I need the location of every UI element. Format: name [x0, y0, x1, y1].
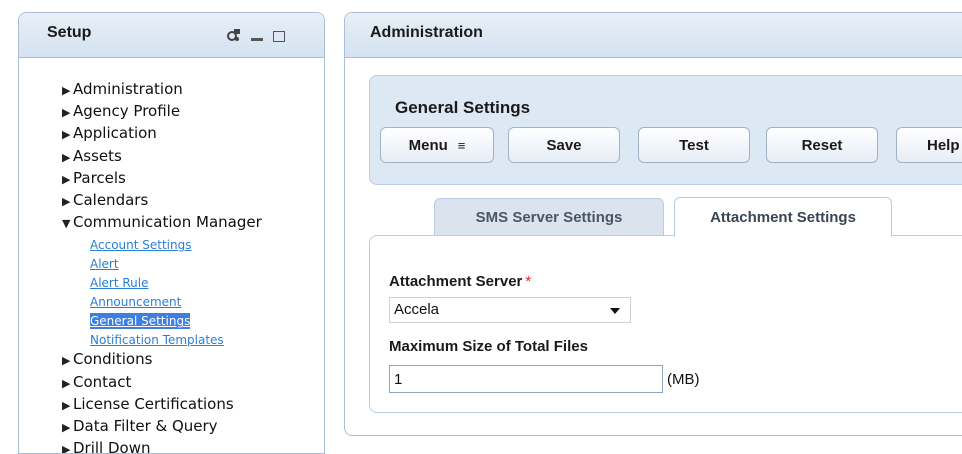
collapsed-triangle-icon: ▶: [62, 128, 71, 142]
tree-item-license-certifications[interactable]: ▶ License Certifications: [62, 394, 262, 416]
collapsed-triangle-icon: ▶: [62, 443, 71, 454]
attachment-server-label: Attachment Server *: [389, 273, 531, 290]
tree-item-parcels[interactable]: ▶ Parcels: [62, 168, 262, 190]
required-marker: *: [525, 273, 532, 290]
max-size-label: Maximum Size of Total Files: [389, 338, 588, 355]
maximize-icon[interactable]: [273, 30, 285, 42]
collapsed-triangle-icon: ▶: [62, 195, 71, 209]
tree-item-label: Assets: [73, 146, 122, 165]
tree-item-label: Agency Profile: [73, 102, 181, 121]
save-button[interactable]: Save: [508, 127, 620, 163]
attachment-server-select[interactable]: Accela: [389, 297, 631, 323]
collapsed-triangle-icon: ▶: [62, 398, 71, 412]
collapsed-triangle-icon: ▶: [62, 106, 71, 120]
test-button[interactable]: Test: [638, 127, 750, 163]
tree-item-label: Calendars: [73, 191, 149, 210]
menu-lines-icon: ≡: [457, 137, 466, 153]
collapsed-triangle-icon: ▶: [62, 354, 71, 368]
tree-subitems: Account Settings Alert Alert Rule Announcem…: [90, 234, 262, 348]
max-size-unit: (MB): [667, 371, 700, 388]
menu-button[interactable]: Menu ≡: [380, 127, 494, 163]
max-size-input[interactable]: [389, 365, 663, 393]
tree-item-label: Communication Manager: [73, 213, 262, 232]
subitem-general-settings[interactable]: General Settings: [90, 313, 191, 330]
refresh-icon[interactable]: [225, 27, 241, 43]
dropdown-arrow-icon: [610, 308, 620, 314]
tree-item-data-filter-query[interactable]: ▶ Data Filter & Query: [62, 416, 262, 438]
setup-panel-header: Setup: [19, 13, 324, 58]
tree-item-communication-manager[interactable]: ▼ Communication Manager: [62, 212, 262, 234]
general-settings-toolbar-box: General Settings Menu ≡ Save Test Reset …: [369, 75, 962, 185]
collapsed-triangle-icon: ▶: [62, 150, 71, 164]
tree-item-label: Contact: [73, 372, 132, 391]
subitem-account-settings[interactable]: Account Settings: [90, 238, 191, 252]
setup-panel: Setup ▶ Administration ▶ Agency Profile ▶ App…: [18, 12, 325, 454]
tree-item-assets[interactable]: ▶ Assets: [62, 146, 262, 168]
tree-item-administration[interactable]: ▶ Administration: [62, 79, 262, 101]
collapsed-triangle-icon: ▶: [62, 376, 71, 390]
reset-button[interactable]: Reset: [766, 127, 878, 163]
tree-item-label: Administration: [73, 80, 183, 98]
help-button[interactable]: Help: [896, 127, 962, 163]
tree-item-label: Application: [73, 124, 157, 143]
tree-item-application[interactable]: ▶ Application: [62, 123, 262, 145]
setup-tree: ▶ Administration ▶ Agency Profile ▶ Applicati…: [62, 79, 262, 454]
subitem-notification-templates[interactable]: Notification Templates: [90, 333, 224, 347]
tree-item-conditions[interactable]: ▶ Conditions: [62, 349, 262, 371]
expanded-triangle-icon: ▼: [62, 217, 71, 231]
tree-item-label: License Certifications: [73, 394, 234, 413]
tab-attachment-settings[interactable]: Attachment Settings: [674, 197, 892, 237]
tab-sms-server-settings[interactable]: SMS Server Settings: [434, 198, 664, 236]
attachment-server-select-value: Accela: [394, 301, 440, 318]
setup-header-icons: [225, 27, 285, 43]
menu-button-label: Menu: [408, 136, 448, 154]
collapsed-triangle-icon: ▶: [62, 84, 71, 97]
section-title: General Settings: [395, 98, 531, 117]
collapsed-triangle-icon: ▶: [62, 421, 71, 435]
administration-panel: Administration General Settings Menu ≡ S…: [344, 12, 962, 436]
collapsed-triangle-icon: ▶: [62, 172, 71, 186]
tree-item-label: Data Filter & Query: [73, 417, 218, 436]
minimize-icon[interactable]: [249, 27, 265, 43]
tree-item-label: Conditions: [73, 350, 153, 369]
tree-item-contact[interactable]: ▶ Contact: [62, 372, 262, 394]
setup-panel-title: Setup: [47, 24, 92, 41]
subitem-alert-rule[interactable]: Alert Rule: [90, 276, 149, 290]
tree-item-agency-profile[interactable]: ▶ Agency Profile: [62, 101, 262, 123]
tree-item-label: Drill Down: [73, 439, 151, 454]
attachment-server-label-text: Attachment Server: [389, 273, 523, 290]
administration-panel-header: Administration: [345, 13, 962, 58]
subitem-alert[interactable]: Alert: [90, 257, 119, 271]
administration-panel-title: Administration: [370, 24, 483, 41]
tree-item-label: Parcels: [73, 168, 126, 187]
tree-item-calendars[interactable]: ▶ Calendars: [62, 190, 262, 212]
subitem-announcement[interactable]: Announcement: [90, 295, 181, 309]
